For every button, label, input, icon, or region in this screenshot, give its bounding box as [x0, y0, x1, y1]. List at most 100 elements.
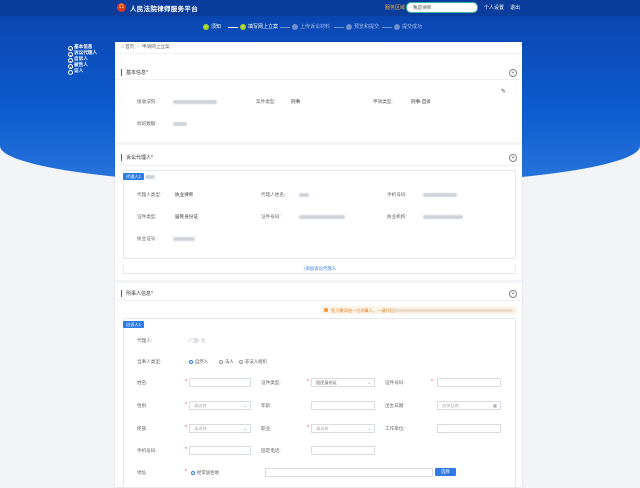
step-1: ✓ 须知: [203, 23, 222, 30]
home-icon: ⌂: [121, 44, 124, 49]
agent-title: 诉讼代理人*: [121, 154, 153, 161]
step-4: 预览和提交: [346, 23, 379, 30]
app-title: 人民法院律师服务平台: [130, 6, 198, 13]
chevron-down-icon: ⌄: [243, 403, 247, 408]
radio-icon: [239, 359, 243, 364]
landline-label: 固定电话:: [261, 448, 281, 453]
amount-value: [173, 122, 187, 126]
agent-id-no-label: 证件号码:: [261, 214, 281, 219]
check-icon: ✓: [203, 23, 209, 30]
required-mark: *: [431, 379, 433, 385]
step-circle-icon: [292, 23, 298, 30]
region-label: 服务区域: [385, 5, 406, 11]
step-connector: [334, 27, 344, 28]
check-icon: ✓: [240, 23, 246, 30]
required-mark: *: [307, 425, 309, 431]
name-input[interactable]: [189, 378, 251, 387]
job-select[interactable]: 请选择 ⌄: [311, 424, 375, 433]
party-type-label: 当事人类型:: [137, 359, 162, 364]
party-type-unincorporated[interactable]: 非法人组织: [239, 359, 267, 365]
required-mark: *: [185, 379, 187, 385]
agent-firm-value: [423, 215, 463, 219]
step-circle-icon: [394, 23, 400, 30]
collapse-agent-button[interactable]: +: [509, 154, 517, 162]
phone-label: 手机号码:: [137, 448, 157, 453]
required-mark: *: [185, 447, 187, 453]
agent-phone-label: 手机号码:: [387, 192, 407, 197]
divider: [115, 300, 522, 301]
main-panel: ⌂ 首页 | 申请网上立案 基本信息* + ✎ 接收法院: 案件类型: 刑事 申…: [115, 42, 522, 488]
landline-input[interactable]: [311, 446, 375, 455]
required-mark: *: [185, 425, 187, 431]
add-agent-button[interactable]: +添加诉讼代理人: [123, 265, 516, 274]
party-type-natural[interactable]: 自然人: [189, 359, 208, 365]
cert-type-select[interactable]: 居民身份证 ⌄: [311, 378, 375, 387]
address-input[interactable]: [265, 468, 433, 477]
apply-type-label: 申请类型:: [373, 99, 393, 104]
required-mark: *: [185, 402, 187, 408]
logout-link[interactable]: 退出: [510, 4, 520, 11]
agent-id-type-label: 证件类型:: [137, 214, 157, 219]
cert-no-label: 证件号码:: [385, 380, 405, 385]
edit-icon[interactable]: ✎: [501, 88, 506, 95]
agent-type-value: 执业律师: [175, 192, 194, 197]
work-unit-label: 工作单位:: [385, 426, 405, 431]
address-type-option[interactable]: 经常居住地: [191, 470, 219, 476]
address-label: 地址:: [137, 470, 148, 475]
agent-id-no-value: [299, 215, 345, 219]
divider: [115, 79, 522, 80]
step-circle-icon: [346, 23, 352, 30]
step-5: 提交成功: [394, 23, 422, 30]
age-input[interactable]: [311, 401, 375, 410]
agent-tag[interactable]: 代理人1: [123, 173, 144, 180]
basic-info-title: 基本信息*: [121, 69, 148, 76]
phone-input[interactable]: [189, 446, 251, 455]
address-select-button[interactable]: 选择: [435, 468, 456, 476]
required-mark: *: [307, 379, 309, 385]
step-2: ✓ 填写网上立案: [240, 23, 279, 30]
case-type-value: 刑事: [291, 99, 301, 104]
notice-text-blurred: [391, 308, 513, 312]
gender-select[interactable]: 请选择 ⌄: [189, 401, 251, 410]
plaintiff-title: 刑事人信息*: [121, 290, 153, 297]
work-unit-input[interactable]: [437, 424, 501, 433]
court-value: [173, 100, 217, 104]
notice-text: 您只需添加一位刑事人，一键代理人: [331, 307, 399, 313]
step-connector: [228, 27, 238, 28]
region-select[interactable]: 我是律师 ⌄: [406, 2, 478, 13]
breadcrumb-home[interactable]: 首页: [125, 44, 134, 49]
chevron-down-icon: ⌄: [367, 380, 371, 385]
chevron-down-icon: ⌄: [367, 426, 371, 431]
ethnic-select[interactable]: 请选择 ⌄: [189, 424, 251, 433]
collapse-basic-info-button[interactable]: +: [509, 69, 517, 77]
agent-license-label: 执业证号:: [137, 236, 157, 241]
cert-type-label: 证件类型:: [261, 380, 281, 385]
agent-license-value: [173, 237, 195, 241]
section-gap: [115, 142, 522, 145]
radio-icon: [219, 359, 223, 364]
divider: [115, 53, 522, 54]
agent-tag-name: [145, 175, 155, 179]
chevron-down-icon: ⌄: [243, 426, 247, 431]
birth-date-picker[interactable]: 选择日期 ▦: [437, 401, 501, 410]
step-connector: [382, 27, 392, 28]
top-bar: [0, 0, 640, 16]
plaintiff-tag[interactable]: 自诉人1: [123, 321, 144, 328]
collapse-plaintiff-button[interactable]: +: [509, 290, 517, 298]
ethnic-label: 民族:: [137, 426, 148, 431]
nav-item-witness[interactable]: 证人: [68, 68, 116, 75]
chevron-down-icon: ⌄: [413, 3, 418, 10]
agent-firm-label: 执业机构:: [387, 214, 407, 219]
cert-no-input[interactable]: [437, 378, 501, 387]
agent-type-label: 代理人类型:: [137, 192, 162, 197]
calendar-icon: ▦: [493, 403, 497, 408]
step-3: 上传诉讼材料: [292, 23, 330, 30]
agent-toggle[interactable]: [189, 338, 199, 343]
personal-center-link[interactable]: 个人设置: [484, 4, 504, 11]
radio-selected-icon: [191, 470, 195, 475]
agent-name-value: [299, 193, 309, 197]
party-type-legal[interactable]: 法人: [219, 359, 234, 365]
notice-banner: ! 您只需添加一位刑事人，一键代理人: [321, 306, 517, 314]
apply-type-value: 刑事-自诉: [411, 99, 431, 104]
age-label: 年龄:: [261, 403, 272, 408]
